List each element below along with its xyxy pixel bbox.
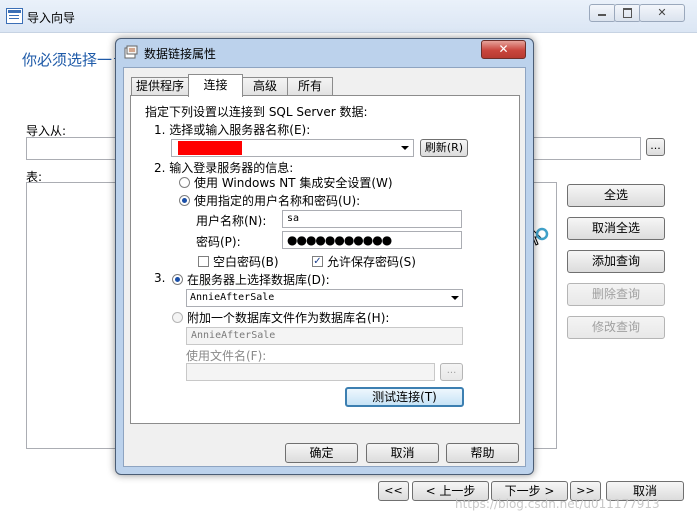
chevron-down-icon bbox=[451, 296, 459, 300]
add-query-button[interactable]: 添加查询 bbox=[567, 250, 665, 273]
close-button[interactable]: ✕ bbox=[639, 4, 685, 22]
attach-db-input[interactable]: AnnieAfterSale bbox=[186, 327, 463, 345]
radio-attach-db-label: 附加一个数据库文件作为数据库名(H): bbox=[187, 311, 390, 325]
wizard-heading: 你必须选择一 bbox=[22, 51, 113, 69]
wizard-titlebar: 导入向导 ✕ bbox=[0, 0, 697, 33]
refresh-button[interactable]: 刷新(R) bbox=[420, 139, 468, 157]
username-input[interactable]: sa bbox=[282, 210, 462, 228]
username-label: 用户名称(N): bbox=[196, 214, 267, 228]
dialog-cancel-button[interactable]: 取消 bbox=[366, 443, 439, 463]
server-name-combo[interactable] bbox=[171, 139, 414, 157]
filename-input[interactable] bbox=[186, 363, 435, 381]
deselect-all-button[interactable]: 取消全选 bbox=[567, 217, 665, 240]
dialog-title: 数据链接属性 bbox=[144, 47, 217, 61]
password-input[interactable]: ●●●●●●●●●●● bbox=[282, 231, 462, 249]
data-link-dialog: 数据链接属性 ✕ 提供程序 连接 高级 所有 指定下列设置以连接到 SQL Se… bbox=[115, 38, 534, 475]
database-combo[interactable]: AnnieAfterSale bbox=[186, 289, 463, 307]
radio-nt-auth-label: 使用 Windows NT 集成安全设置(W) bbox=[194, 176, 393, 190]
server-name-redaction bbox=[178, 141, 242, 155]
tab-all[interactable]: 所有 bbox=[287, 77, 333, 95]
select-all-button[interactable]: 全选 bbox=[567, 184, 665, 207]
minimize-button[interactable] bbox=[589, 4, 616, 22]
wizard-title: 导入向导 bbox=[27, 11, 76, 25]
test-connection-button[interactable]: 测试连接(T) bbox=[345, 387, 464, 407]
ok-button[interactable]: 确定 bbox=[285, 443, 358, 463]
connection-tab-panel: 指定下列设置以连接到 SQL Server 数据: 1. 选择或输入服务器名称(… bbox=[130, 95, 520, 424]
tab-connection[interactable]: 连接 bbox=[188, 74, 243, 97]
minimize-icon bbox=[598, 14, 606, 16]
radio-attach-db[interactable] bbox=[172, 312, 183, 323]
maximize-button[interactable] bbox=[614, 4, 641, 22]
delete-query-button[interactable]: 删除查询 bbox=[567, 283, 665, 306]
filename-browse-button[interactable]: ... bbox=[440, 363, 463, 381]
intro-text: 指定下列设置以连接到 SQL Server 数据: bbox=[145, 105, 368, 119]
dialog-app-icon bbox=[124, 45, 138, 59]
tab-provider[interactable]: 提供程序 bbox=[131, 77, 189, 95]
first-button[interactable]: << bbox=[378, 481, 409, 501]
radio-user-auth-label: 使用指定的用户名称和密码(U): bbox=[194, 194, 361, 208]
allow-save-password-label: 允许保存密码(S) bbox=[327, 255, 416, 269]
modify-query-button[interactable]: 修改查询 bbox=[567, 316, 665, 339]
step1-label: 1. 选择或输入服务器名称(E): bbox=[154, 123, 311, 137]
close-icon: ✕ bbox=[498, 42, 509, 56]
close-icon: ✕ bbox=[657, 6, 667, 19]
maximize-icon bbox=[623, 8, 632, 18]
radio-select-db-label: 在服务器上选择数据库(D): bbox=[187, 273, 330, 287]
import-browse-button[interactable]: ... bbox=[646, 138, 665, 156]
watermark: https://blog.csdn.net/u011177913 bbox=[455, 497, 660, 511]
step3-label: 3. bbox=[154, 271, 166, 285]
chevron-down-icon bbox=[401, 146, 409, 150]
use-filename-label: 使用文件名(F): bbox=[186, 349, 267, 363]
blank-password-checkbox[interactable] bbox=[198, 256, 209, 267]
radio-user-auth[interactable] bbox=[179, 195, 190, 206]
help-button[interactable]: 帮助 bbox=[446, 443, 519, 463]
allow-save-password-checkbox[interactable]: ✓ bbox=[312, 256, 323, 267]
radio-nt-auth[interactable] bbox=[179, 177, 190, 188]
wizard-app-icon bbox=[6, 8, 23, 24]
database-combo-value: AnnieAfterSale bbox=[190, 292, 275, 303]
dialog-client: 提供程序 连接 高级 所有 指定下列设置以连接到 SQL Server 数据: … bbox=[123, 67, 526, 467]
password-label: 密码(P): bbox=[196, 235, 241, 249]
dialog-close-button[interactable]: ✕ bbox=[481, 40, 526, 59]
radio-select-db[interactable] bbox=[172, 274, 183, 285]
tab-advanced[interactable]: 高级 bbox=[242, 77, 288, 95]
blank-password-label: 空白密码(B) bbox=[213, 255, 279, 269]
